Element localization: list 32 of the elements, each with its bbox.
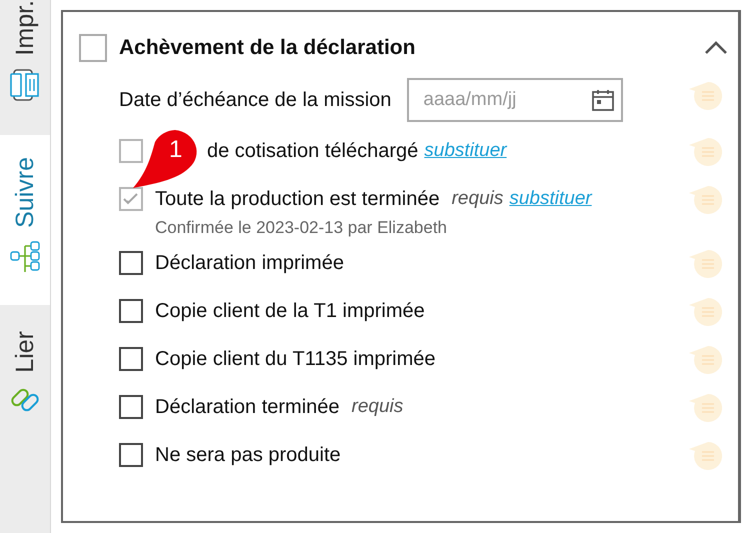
checkbox[interactable] bbox=[119, 251, 143, 275]
calendar-icon[interactable] bbox=[591, 88, 616, 112]
checkbox[interactable] bbox=[119, 299, 143, 323]
side-tab[interactable]: Suivre bbox=[0, 135, 50, 305]
comment-icon[interactable] bbox=[688, 392, 724, 424]
comment-icon[interactable] bbox=[688, 80, 724, 112]
item-label: de cotisation téléchargé bbox=[207, 140, 418, 162]
item-label: Déclaration imprimée bbox=[155, 252, 344, 274]
comment-icon[interactable] bbox=[688, 296, 724, 328]
item-label: Copie client du T1135 imprimée bbox=[155, 348, 436, 370]
printer-icon bbox=[10, 68, 40, 102]
comment-icon[interactable] bbox=[688, 136, 724, 168]
comment-icon[interactable] bbox=[688, 184, 724, 216]
date-field[interactable]: aaaa/mm/jj bbox=[407, 78, 624, 122]
collapse-icon[interactable] bbox=[704, 41, 728, 55]
item-label: Ne sera pas produite bbox=[155, 444, 341, 466]
confirmation-note: Confirmée le 2023-02-13 par Elizabeth bbox=[155, 218, 448, 238]
item-label: Toute la production est terminée bbox=[155, 188, 440, 210]
checkbox[interactable] bbox=[119, 347, 143, 371]
checkbox[interactable] bbox=[119, 443, 143, 467]
checkbox[interactable] bbox=[79, 34, 107, 62]
item-label: Déclaration terminée bbox=[155, 396, 340, 418]
comment-icon[interactable] bbox=[688, 344, 724, 376]
comment-icon[interactable] bbox=[688, 440, 724, 472]
comment-icon[interactable] bbox=[688, 248, 724, 280]
item-label: Copie client de la T1 imprimée bbox=[155, 300, 425, 322]
field-label: Date d’échéance de la mission bbox=[119, 88, 392, 112]
section-title: Achèvement de la déclaration bbox=[119, 36, 416, 60]
required-tag: requis bbox=[352, 396, 404, 418]
required-tag: requis bbox=[452, 188, 504, 210]
checkbox[interactable] bbox=[119, 395, 143, 419]
checkmark-icon bbox=[122, 192, 140, 206]
